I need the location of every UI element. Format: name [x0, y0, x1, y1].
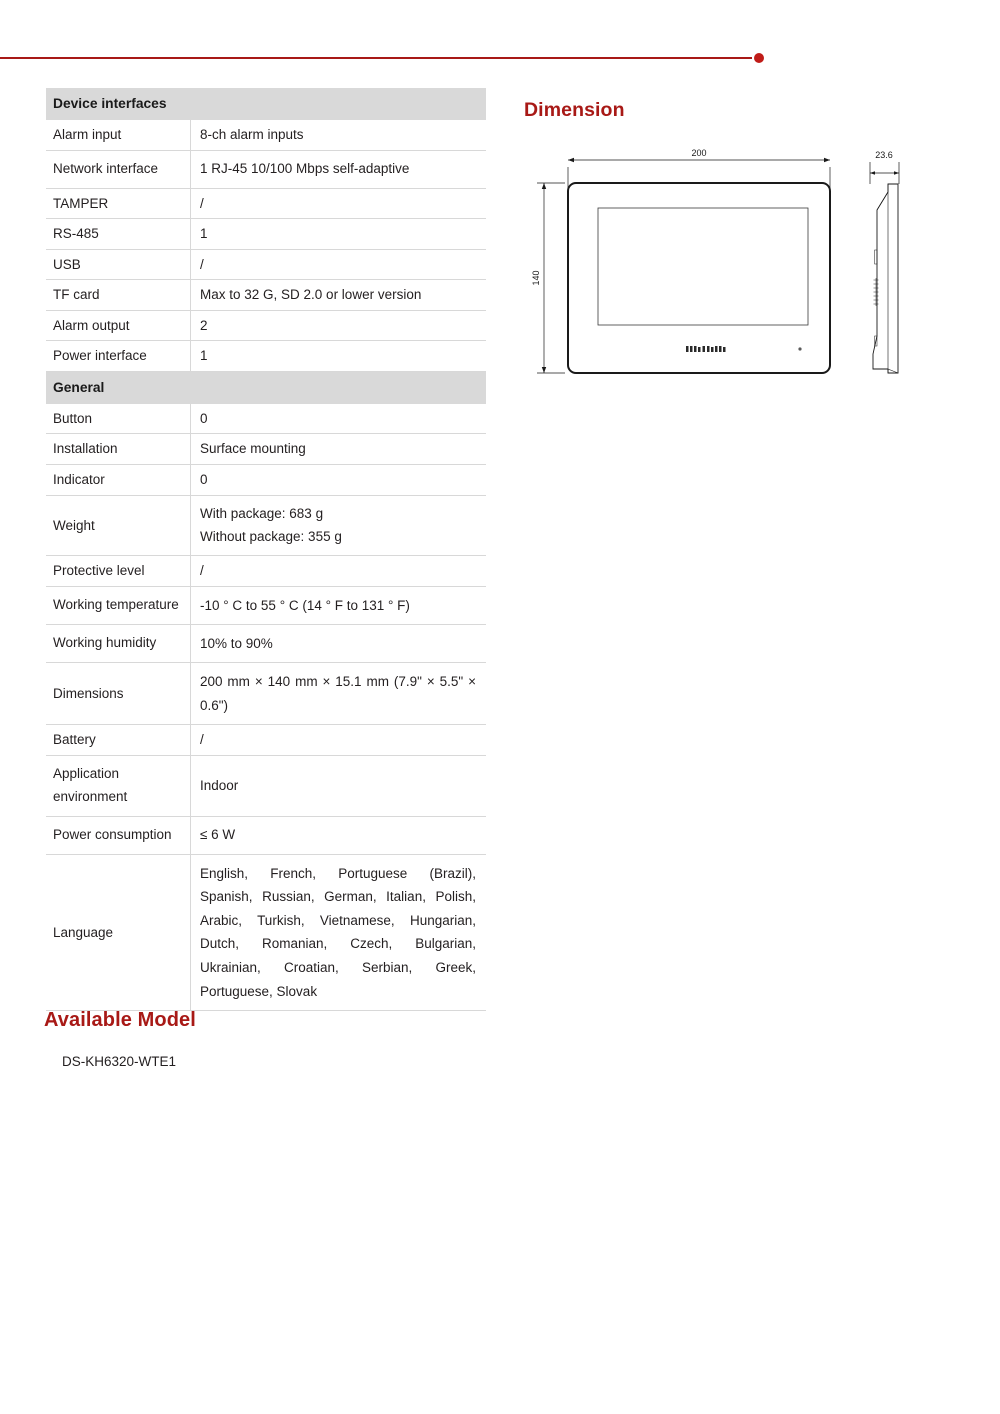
table-row: Button 0 [46, 403, 486, 435]
row-label-power-consumption: Power consumption [46, 816, 191, 855]
top-red-dot-icon [754, 53, 764, 63]
row-label-application-environment: Application environment [46, 755, 191, 817]
side-view-profile [872, 183, 899, 374]
row-label-usb: USB [46, 249, 191, 281]
row-label-power-consumption-text: Power consumption [53, 826, 172, 842]
row-value-weight: With package: 683 g Without package: 355… [190, 495, 486, 557]
row-label-tamper: TAMPER [46, 188, 191, 220]
arrow-left-depth [870, 171, 875, 175]
front-view-indicator-dot [798, 347, 802, 351]
row-value-language: English, French, Portuguese (Brazil), Sp… [190, 854, 486, 1012]
row-value-installation: Surface mounting [190, 433, 486, 465]
row-value-button: 0 [190, 403, 486, 435]
front-view-brand-logo [686, 346, 726, 352]
front-view-body [567, 182, 831, 374]
row-label-working-temperature-text: Working temperature [53, 597, 179, 612]
available-model-value: DS-KH6320-WTE1 [62, 1054, 177, 1069]
row-label-working-temperature: Working temperature [46, 586, 191, 625]
table-row: Language English, French, Portuguese (Br… [46, 854, 486, 1012]
row-value-rs485: 1 [190, 218, 486, 250]
table-row: Application environment Indoor [46, 755, 486, 817]
table-row: USB / [46, 249, 486, 281]
row-value-usb: / [190, 249, 486, 281]
front-view-height-label: 140 [531, 270, 541, 285]
weight-without-package: Without package: 355 g [200, 528, 342, 544]
arrow-right-depth [894, 171, 899, 175]
row-value-power-consumption: ≤ 6 W [190, 816, 486, 855]
row-label-battery: Battery [46, 724, 191, 756]
row-label-working-humidity-text: Working humidity [53, 634, 157, 650]
row-label-network-interface-text: Network interface [53, 160, 159, 176]
row-label-alarm-output: Alarm output [46, 310, 191, 342]
front-view-width-label: 200 [691, 148, 706, 158]
row-value-alarm-input: 8-ch alarm inputs [190, 120, 486, 151]
dimension-drawing: 200 140 23.6 [515, 140, 935, 395]
available-model-heading: Available Model [44, 1009, 196, 1031]
row-label-alarm-input: Alarm input [46, 120, 191, 151]
row-value-working-temperature: -10 ° C to 55 ° C (14 ° F to 131 ° F) [190, 586, 486, 625]
table-row: Battery / [46, 724, 486, 756]
row-label-tf-card: TF card [46, 279, 191, 311]
row-label-dimensions: Dimensions [46, 662, 191, 726]
side-view-connector-marks [873, 278, 879, 306]
table-row: Installation Surface mounting [46, 433, 486, 465]
table-row: TAMPER / [46, 188, 486, 220]
dimension-drawing-svg: 200 140 23.6 [531, 148, 900, 374]
row-value-dimensions: 200 mm × 140 mm × 15.1 mm (7.9" × 5.5" ×… [190, 662, 486, 726]
row-value-application-environment: Indoor [190, 755, 486, 817]
table-row: Indicator 0 [46, 464, 486, 496]
table-row: Power interface 1 [46, 340, 486, 372]
table-row: RS-485 1 [46, 218, 486, 250]
side-view-depth-label: 23.6 [875, 150, 893, 160]
dimension-section-heading: Dimension [524, 99, 625, 121]
table-row: TF card Max to 32 G, SD 2.0 or lower ver… [46, 279, 486, 311]
row-label-rs485: RS-485 [46, 218, 191, 250]
table-section-header: General [46, 371, 486, 404]
table-row: Weight With package: 683 g Without packa… [46, 495, 486, 557]
side-view-bottom-edge [887, 368, 899, 374]
arrow-left-width [568, 157, 574, 163]
row-value-indicator: 0 [190, 464, 486, 496]
row-label-installation: Installation [46, 433, 191, 465]
section-title-device-interfaces: Device interfaces [46, 88, 486, 120]
table-section-header: Device interfaces [46, 88, 486, 120]
weight-with-package: With package: 683 g [200, 505, 324, 521]
row-label-protective-level: Protective level [46, 555, 191, 587]
row-value-battery: / [190, 724, 486, 756]
row-value-tamper: / [190, 188, 486, 220]
table-row: Working humidity 10% to 90% [46, 624, 486, 663]
arrow-bottom-height [541, 367, 547, 373]
side-view-chamfer [876, 191, 889, 211]
table-row: Alarm input 8-ch alarm inputs [46, 120, 486, 151]
row-label-working-humidity: Working humidity [46, 624, 191, 663]
row-value-protective-level: / [190, 555, 486, 587]
row-label-button: Button [46, 403, 191, 435]
row-value-power-interface: 1 [190, 340, 486, 372]
row-value-tf-card: Max to 32 G, SD 2.0 or lower version [190, 279, 486, 311]
row-value-working-humidity: 10% to 90% [190, 624, 486, 663]
arrow-right-width [824, 157, 830, 163]
arrow-top-height [541, 183, 547, 189]
specification-table: Device interfaces Alarm input 8-ch alarm… [46, 88, 486, 1012]
section-title-general: General [46, 371, 486, 404]
table-row: Working temperature -10 ° C to 55 ° C (1… [46, 586, 486, 625]
table-row: Network interface 1 RJ-45 10/100 Mbps se… [46, 150, 486, 189]
row-value-network-interface: 1 RJ-45 10/100 Mbps self-adaptive [190, 150, 486, 189]
front-view-screen [597, 207, 809, 326]
table-row: Alarm output 2 [46, 310, 486, 342]
row-label-language: Language [46, 854, 191, 1012]
top-red-rule [0, 57, 752, 59]
row-label-network-interface: Network interface [46, 150, 191, 189]
table-row: Dimensions 200 mm × 140 mm × 15.1 mm (7.… [46, 662, 486, 726]
row-label-application-environment-text: Application environment [53, 765, 128, 804]
row-label-weight: Weight [46, 495, 191, 557]
row-value-alarm-output: 2 [190, 310, 486, 342]
row-label-indicator: Indicator [46, 464, 191, 496]
row-label-power-interface: Power interface [46, 340, 191, 372]
table-row: Protective level / [46, 555, 486, 587]
table-row: Power consumption ≤ 6 W [46, 816, 486, 855]
